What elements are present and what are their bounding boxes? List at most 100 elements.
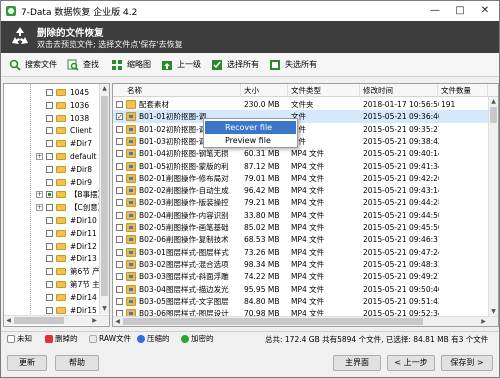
table-row[interactable]: B01-03初阶抠图-调 文件 2015-05-21 09:38:42: [113, 135, 498, 148]
table-row[interactable]: B01-04初阶抠图-钢笔无损 60.31 MB MP4 文件 2015-05-21 …: [113, 147, 498, 160]
minimize-button[interactable]: —: [423, 3, 447, 19]
select-all-button[interactable]: 选择所有: [209, 57, 259, 73]
tree-item-checkbox[interactable]: [46, 293, 53, 301]
column-type[interactable]: 文件类型: [288, 84, 360, 97]
column-count[interactable]: 文件数量: [438, 84, 488, 97]
close-button[interactable]: ✕: [473, 3, 497, 19]
unselect-all-button[interactable]: 失选所有: [267, 57, 317, 73]
expand-icon[interactable]: +: [36, 153, 43, 160]
row-checkbox[interactable]: [116, 248, 123, 256]
scroll-right-arrow-icon[interactable]: ▶: [90, 316, 99, 325]
row-checkbox[interactable]: [116, 101, 123, 108]
table-row[interactable]: B02-01削图操作-修布局对 79.01 MB MP4 文件 2015-05-21 …: [113, 172, 498, 185]
tree-item-checkbox[interactable]: [46, 191, 53, 199]
row-checkbox[interactable]: [116, 174, 123, 182]
row-checkbox[interactable]: [116, 285, 123, 293]
expand-icon[interactable]: +: [36, 191, 43, 199]
tree-item-checkbox[interactable]: [46, 217, 53, 224]
tree-item[interactable]: #Dir8: [4, 163, 104, 176]
tree-item-checkbox[interactable]: [46, 242, 53, 250]
column-name[interactable]: 名称: [113, 84, 241, 97]
row-checkbox[interactable]: [116, 199, 123, 207]
tree-item-checkbox[interactable]: [46, 281, 53, 288]
recover-file-menu-item[interactable]: Recover file: [205, 121, 296, 134]
tree-item[interactable]: #Dir14: [4, 291, 104, 304]
tree-item-checkbox[interactable]: [46, 140, 53, 148]
tree-item-checkbox[interactable]: [46, 306, 53, 314]
tree-horizontal-scrollbar[interactable]: ◀ ▶: [4, 315, 109, 325]
tree-item-checkbox[interactable]: [46, 178, 53, 186]
table-row[interactable]: B03-04图层样式-描边发光 95.95 MB MP4 文件 2015-05-21 …: [113, 283, 498, 296]
tree-item-checkbox[interactable]: [46, 153, 53, 160]
search-files-button[interactable]: 搜索文件: [7, 57, 57, 73]
help-button[interactable]: 帮助: [55, 355, 99, 371]
row-checkbox[interactable]: [116, 224, 123, 231]
home-button[interactable]: 主界面: [333, 355, 381, 371]
tree-item-checkbox[interactable]: [46, 229, 53, 237]
column-modified[interactable]: 修改时间: [360, 84, 438, 97]
tree-item-checkbox[interactable]: [46, 204, 53, 212]
row-checkbox[interactable]: [116, 211, 123, 219]
row-checkbox[interactable]: [116, 150, 123, 158]
tree-item[interactable]: + 【B事摆】: [4, 188, 105, 201]
table-row[interactable]: B02-03削图操作-版装操控 79.21 MB MP4 文件 2015-05-21 …: [113, 196, 498, 209]
find-button[interactable]: 查找: [65, 57, 99, 73]
row-checkbox[interactable]: [116, 162, 123, 170]
preview-file-menu-item[interactable]: Preview file: [205, 134, 296, 147]
tree-item[interactable]: 1036: [4, 99, 104, 112]
table-row[interactable]: B02-04削图操作-内容识别 33.80 MB MP4 文件 2015-05-21 …: [113, 209, 498, 222]
row-checkbox[interactable]: [116, 273, 123, 281]
tree-item-checkbox[interactable]: [46, 127, 53, 135]
table-row[interactable]: B01-02初阶抠图-调 文件 2015-05-21 09:35:27: [113, 123, 498, 136]
tree-item-checkbox[interactable]: [46, 165, 53, 173]
tree-item-checkbox[interactable]: [46, 255, 53, 263]
row-checkbox[interactable]: [116, 125, 123, 133]
tree-item[interactable]: + default: [4, 150, 104, 163]
expand-icon[interactable]: +: [36, 204, 43, 212]
tree-item[interactable]: Client: [4, 124, 104, 137]
tree-item-checkbox[interactable]: [46, 101, 53, 109]
table-row[interactable]: B03-05图层样式-文字图层 84.80 MB MP4 文件 2015-05-21 …: [113, 295, 498, 308]
table-row[interactable]: B02-06削图操作-复制技术 68.53 MB MP4 文件 2015-05-21 …: [113, 233, 498, 246]
row-checkbox[interactable]: [116, 111, 123, 124]
tree-item[interactable]: #Dir10: [4, 214, 104, 227]
tree-item[interactable]: #Dir12: [4, 240, 104, 253]
scroll-down-arrow-icon[interactable]: ▼: [100, 304, 109, 313]
scroll-right-arrow-icon[interactable]: ▶: [479, 317, 488, 326]
table-row[interactable]: B03-03图层样式-斜面浮雕 74.22 MB MP4 文件 2015-05-21 …: [113, 270, 498, 283]
table-row[interactable]: B03-02图层样式-混合选项 98.34 MB MP4 文件 2015-05-21 …: [113, 258, 498, 271]
prev-button[interactable]: < 上一步: [387, 355, 435, 371]
table-row[interactable]: B02-02削图操作-自动生成 96.42 MB MP4 文件 2015-05-21 …: [113, 184, 498, 197]
up-level-button[interactable]: 上一级: [159, 57, 201, 73]
tree-item-checkbox[interactable]: [46, 89, 53, 96]
row-checkbox[interactable]: [116, 236, 123, 244]
tree-item[interactable]: #Dir7: [4, 137, 104, 150]
tree-item-checkbox[interactable]: [46, 114, 53, 122]
tree-item[interactable]: #Dir11: [4, 227, 104, 240]
table-row[interactable]: B01-05初阶抠图-蒙版的利 87.12 MB MP4 文件 2015-05-21 …: [113, 160, 498, 173]
column-size[interactable]: 大小: [241, 84, 288, 97]
maximize-button[interactable]: □: [448, 3, 472, 19]
scroll-down-arrow-icon[interactable]: ▼: [489, 307, 498, 316]
tree-item[interactable]: #Dir13: [4, 252, 104, 265]
row-checkbox[interactable]: [116, 137, 123, 145]
scroll-left-arrow-icon[interactable]: ◀: [4, 316, 13, 325]
tree-item[interactable]: 第7节 主图: [4, 278, 107, 291]
scroll-up-arrow-icon[interactable]: ▲: [489, 97, 498, 106]
tree-vertical-scrollbar[interactable]: ▲ ▼: [99, 84, 109, 314]
list-horizontal-scrollbar[interactable]: ◀ ▶: [113, 316, 498, 326]
scroll-up-arrow-icon[interactable]: ▲: [100, 84, 109, 93]
save-to-button[interactable]: 保存到 >: [441, 355, 493, 371]
table-row[interactable]: B03-01图层样式-图层样式 73.26 MB MP4 文件 2015-05-21 …: [113, 246, 498, 259]
tree-item[interactable]: 1045: [4, 86, 104, 99]
tree-item[interactable]: #Dir9: [4, 176, 104, 189]
table-row[interactable]: B02-05削图操作-画笔基础 85.02 MB MP4 文件 2015-05-21 …: [113, 221, 498, 234]
tree-item[interactable]: 第6节 产品: [4, 265, 107, 278]
list-vertical-scrollbar[interactable]: ▲ ▼: [488, 97, 498, 317]
row-checkbox[interactable]: [116, 260, 123, 268]
row-checkbox[interactable]: [116, 297, 123, 305]
table-row[interactable]: 配套素材 230.0 MB 文件夹 2018-01-17 10:56:56 191: [113, 98, 498, 111]
refresh-button[interactable]: 更新: [7, 355, 47, 371]
thumbnails-button[interactable]: 缩略图: [109, 57, 151, 73]
scroll-left-arrow-icon[interactable]: ◀: [113, 317, 122, 326]
